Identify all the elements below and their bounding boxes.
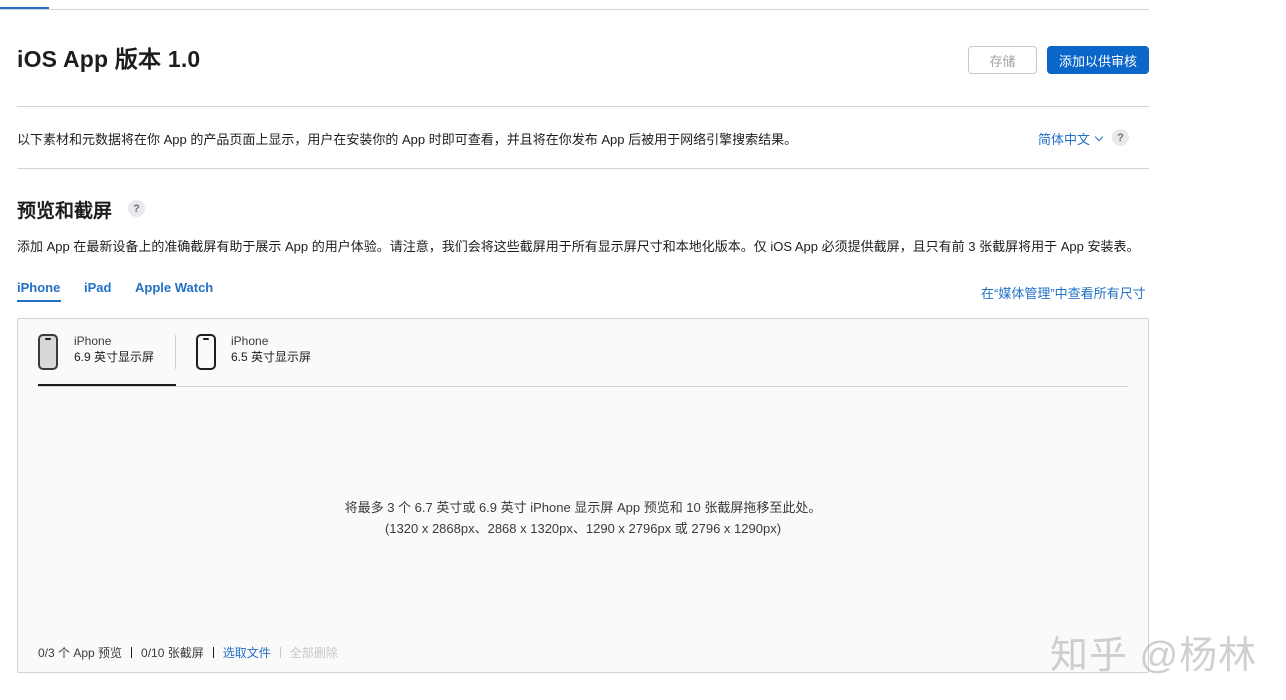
section-title: 预览和截屏 (17, 201, 113, 222)
chevron-down-icon (1094, 132, 1104, 142)
watermark: 知乎 @杨林 (1050, 635, 1258, 677)
preview-count: 0/3 个 App 预览 (38, 646, 123, 660)
iphone-icon (196, 334, 216, 370)
choose-file-link[interactable]: 选取文件 (223, 644, 271, 661)
save-button[interactable]: 存储 (968, 46, 1037, 74)
dropzone-sizes: (1320 x 2868px、2868 x 1320px、1290 x 2796… (384, 521, 782, 536)
active-size-indicator (38, 384, 176, 386)
page-title: iOS App 版本 1.0 (17, 46, 201, 72)
size-tab-label: 6.5 英寸显示屏 (231, 350, 312, 364)
help-icon[interactable]: ? (128, 200, 145, 217)
divider (279, 647, 281, 658)
language-selector[interactable]: 简体中文 (1038, 129, 1104, 148)
size-tab-6-5[interactable]: iPhone 6.5 英寸显示屏 (196, 333, 336, 385)
intro-divider (17, 168, 1149, 169)
screenshot-count: 0/10 张截屏 (141, 646, 204, 660)
help-icon[interactable]: ? (1112, 129, 1129, 146)
active-tab-indicator (17, 300, 61, 302)
size-tab-device: iPhone (231, 334, 269, 348)
dropzone-footer: 0/3 个 App 预览 0/10 张截屏 选取文件 全部删除 (38, 644, 338, 661)
media-manager-link[interactable]: 在“媒体管理”中查看所有尺寸 (981, 283, 1146, 302)
size-tabs-divider (38, 386, 1128, 387)
size-tab-device: iPhone (74, 334, 112, 348)
iphone-icon (38, 334, 58, 370)
tab-apple-watch[interactable]: Apple Watch (135, 280, 213, 295)
top-divider (0, 9, 1149, 10)
language-label: 简体中文 (1038, 132, 1091, 147)
screenshot-dropzone-panel[interactable]: iPhone 6.9 英寸显示屏 iPhone 6.5 英寸显示屏 将最多 3 … (17, 318, 1149, 673)
dropzone-instruction: 将最多 3 个 6.7 英寸或 6.9 英寸 iPhone 显示屏 App 预览… (344, 500, 822, 515)
tab-iphone[interactable]: iPhone (17, 280, 60, 295)
delete-all-link[interactable]: 全部删除 (290, 644, 338, 661)
add-for-review-button[interactable]: 添加以供审核 (1047, 46, 1149, 74)
size-tab-label: 6.9 英寸显示屏 (74, 350, 155, 364)
intro-text: 以下素材和元数据将在你 App 的产品页面上显示，用户在安装你的 App 时即可… (17, 132, 798, 147)
divider (212, 647, 214, 658)
size-tab-6-9[interactable]: iPhone 6.9 英寸显示屏 (38, 333, 176, 385)
tab-ipad[interactable]: iPad (84, 280, 111, 295)
size-tab-separator (175, 335, 176, 369)
header-divider (17, 106, 1149, 107)
divider (131, 647, 133, 658)
section-description: 添加 App 在最新设备上的准确截屏有助于展示 App 的用户体验。请注意，我们… (17, 239, 1140, 254)
